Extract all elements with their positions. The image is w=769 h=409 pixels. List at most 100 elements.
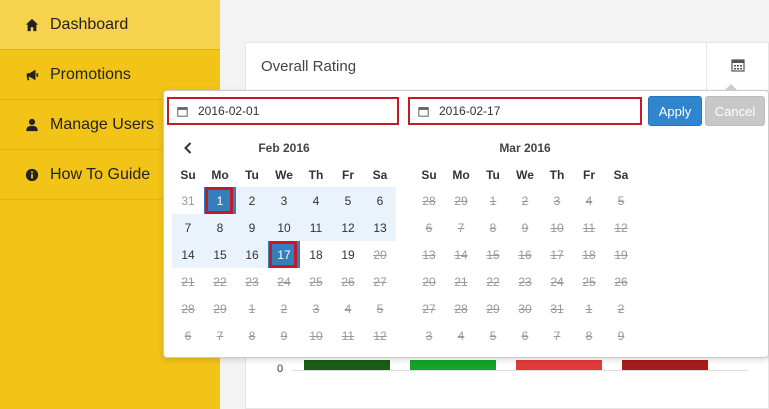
selected-day-cell[interactable]: 1	[204, 187, 236, 214]
day-cell: 4	[457, 328, 465, 343]
day-cell: 7	[553, 328, 561, 343]
day-cell[interactable]: 7	[172, 214, 204, 241]
day-cell: 23	[518, 274, 532, 289]
weekday-label: Su	[180, 168, 196, 182]
calendar-month-mar: Mar 2016 Su Mo Tu We Th Fr Sa 28 29 1 2 3 4 5 6 7 8 9 10 1…	[413, 133, 637, 349]
panel-title: Overall Rating	[261, 58, 357, 75]
day-cell[interactable]: 15	[204, 241, 236, 268]
weekday-label: We	[275, 168, 293, 182]
day-cell[interactable]: 10	[268, 214, 300, 241]
day-cell[interactable]: 5	[332, 187, 364, 214]
day-cell: 8	[585, 328, 593, 343]
sidebar-item-dashboard[interactable]: Dashboard	[0, 0, 220, 50]
weekday-label: Tu	[486, 168, 500, 182]
panel-header: Overall Rating	[246, 43, 768, 91]
day-cell: 25	[582, 274, 596, 289]
day-cell: 3	[553, 193, 561, 208]
weekday-label: Fr	[583, 168, 595, 182]
chart-bar	[516, 360, 602, 370]
day-cell[interactable]: 6	[364, 187, 396, 214]
weekday-label: Mo	[452, 168, 470, 182]
week-row: 6 7 8 9 10 11 12	[413, 214, 637, 241]
day-cell: 7	[457, 220, 465, 235]
day-cell: 16	[518, 247, 532, 262]
day-cell: 21	[181, 274, 195, 289]
chart-bar	[410, 360, 496, 370]
day-cell: 11	[582, 220, 596, 235]
weekday-label: We	[516, 168, 534, 182]
day-cell[interactable]: 31	[172, 187, 204, 214]
day-cell: 24	[550, 274, 564, 289]
chevron-left-icon	[184, 142, 192, 154]
cancel-button[interactable]: Cancel	[705, 96, 765, 126]
sidebar-item-label: Dashboard	[50, 15, 129, 33]
calendar-icon	[730, 58, 745, 76]
day-cell: 9	[521, 220, 529, 235]
date-range-picker: 2016-02-01 2016-02-17 Apply Cancel Feb 2…	[163, 84, 769, 358]
day-cell: 8	[489, 220, 497, 235]
day-cell[interactable]: 3	[268, 187, 300, 214]
weekday-label: Sa	[372, 168, 388, 182]
end-date-value: 2016-02-17	[439, 104, 501, 118]
day-cell: 5	[376, 301, 384, 316]
day-cell: 25	[309, 274, 323, 289]
week-row: 20 21 22 23 24 25 26	[413, 268, 637, 295]
day-cell: 10	[309, 328, 323, 343]
start-date-value: 2016-02-01	[198, 104, 260, 118]
weekday-label: Th	[549, 168, 565, 182]
day-cell: 26	[614, 274, 628, 289]
day-cell: 23	[245, 274, 259, 289]
month-header: Mar 2016	[413, 133, 637, 163]
home-icon	[24, 17, 40, 33]
day-cell[interactable]: 13	[364, 214, 396, 241]
day-cell[interactable]: 8	[204, 214, 236, 241]
week-row: 7 8 9 10 11 12 13	[172, 214, 396, 241]
day-cell: 10	[550, 220, 564, 235]
selected-day-cell[interactable]: 17	[268, 241, 300, 268]
day-grid: 28 29 1 2 3 4 5 6 7 8 9 10 11 12 13 14 15 16 17 18 19 20 21 22 2…	[413, 187, 637, 349]
sidebar-item-label: Promotions	[50, 65, 131, 83]
day-cell[interactable]: 18	[300, 241, 332, 268]
day-cell: 29	[213, 301, 227, 316]
day-cell: 12	[614, 220, 628, 235]
weekday-label: Fr	[342, 168, 354, 182]
day-cell[interactable]: 19	[332, 241, 364, 268]
day-cell: 19	[614, 247, 628, 262]
apply-button[interactable]: Apply	[648, 96, 702, 126]
calendar-icon	[418, 106, 429, 117]
week-row: 13 14 15 16 17 18 19	[413, 241, 637, 268]
day-cell: 14	[454, 247, 468, 262]
day-cell: 4	[344, 301, 352, 316]
day-cell[interactable]: 12	[332, 214, 364, 241]
day-cell: 6	[521, 328, 529, 343]
week-row: 14 15 16 17 18 19 20	[172, 241, 396, 268]
weekday-label: Th	[308, 168, 324, 182]
day-cell: 7	[216, 328, 224, 343]
day-cell: 2	[617, 301, 625, 316]
day-cell: 8	[248, 328, 256, 343]
day-cell[interactable]: 11	[300, 214, 332, 241]
weekday-row: Su Mo Tu We Th Fr Sa	[413, 163, 637, 187]
day-cell[interactable]: 14	[172, 241, 204, 268]
day-cell: 13	[422, 247, 436, 262]
day-cell[interactable]: 9	[236, 214, 268, 241]
day-cell: 11	[341, 328, 355, 343]
end-date-input[interactable]: 2016-02-17	[408, 97, 642, 125]
day-cell: 15	[486, 247, 500, 262]
calendar-month-feb: Feb 2016 Su Mo Tu We Th Fr Sa 31 1 2 3 4 5 6 7 8 9 10 11 1…	[172, 133, 396, 349]
day-cell[interactable]: 16	[236, 241, 268, 268]
day-cell: 3	[312, 301, 320, 316]
week-row: 31 1 2 3 4 5 6	[172, 187, 396, 214]
day-cell: 29	[486, 301, 500, 316]
start-date-input[interactable]: 2016-02-01	[167, 97, 399, 125]
day-cell: 20	[422, 274, 436, 289]
week-row: 28 29 1 2 3 4 5	[413, 187, 637, 214]
prev-month-button[interactable]	[180, 140, 196, 156]
day-cell: 22	[213, 274, 227, 289]
day-cell[interactable]: 4	[300, 187, 332, 214]
chart-bar	[304, 360, 390, 370]
day-cell: 2	[280, 301, 288, 316]
day-cell: 22	[486, 274, 500, 289]
day-cell: 27	[422, 301, 436, 316]
day-cell[interactable]: 2	[236, 187, 268, 214]
